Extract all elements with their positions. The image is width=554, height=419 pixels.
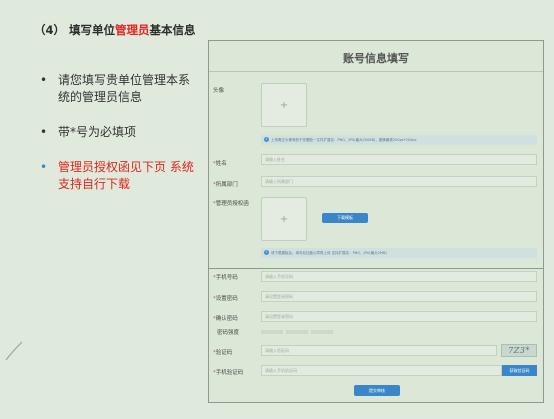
bullet-item: • 带*号为必填项 (40, 124, 195, 141)
phone-label: *手机号码 (213, 275, 238, 281)
decorative-swoosh-icon (5, 341, 23, 361)
info-icon: i (264, 250, 269, 255)
plus-icon: + (279, 213, 289, 225)
captcha-label: *验证码 (213, 350, 233, 356)
confirm-password-input[interactable]: 请设置登录密码 (261, 311, 537, 322)
auth-tip: i 请下载模板后，填写后加盖公章再上传 支持扩展名：PNG、JPG(最大2MB) (261, 248, 537, 258)
sms-label: *手机验证码 (213, 370, 244, 376)
confirm-password-label: *确认密码 (213, 316, 238, 322)
password-input[interactable]: 请设置登录密码 (261, 291, 537, 302)
auth-label: *管理员授权函 (213, 201, 249, 207)
download-template-button[interactable]: 下载模板 (322, 213, 368, 223)
auth-tip-text: 请下载模板后，填写后加盖公章再上传 支持扩展名：PNG、JPG(最大2MB) (271, 250, 387, 255)
account-form-panel: 账号信息填写 头像 + i 上传需正头像有胶于完腮脸一文件扩展名：PNG、JPG… (208, 40, 544, 403)
bullet-item: • 请您填写贵单位管理本系统的管理员信息 (40, 72, 195, 106)
plus-icon: + (279, 99, 289, 111)
captcha-input[interactable]: 请输入验证码 (261, 345, 497, 356)
title-highlight: 管理员 (115, 23, 150, 37)
divider (209, 71, 543, 72)
bullet-text: 请您填写贵单位管理本系统的管理员信息 (58, 73, 191, 104)
get-code-button[interactable]: 获取验证码 (502, 365, 537, 376)
avatar-tip: i 上传需正头像有胶于完腮脸一文件扩展名：PNG、JPG(最大200KB)，图情… (261, 135, 537, 145)
dept-input[interactable]: 请输入所属部门 (261, 176, 537, 187)
slide-title: （4） 填写单位管理员基本信息 (34, 22, 196, 38)
strength-bar-strong (311, 330, 333, 334)
name-input[interactable]: 请输入姓名 (261, 154, 537, 165)
dept-label: *所属部门 (213, 182, 238, 188)
sms-input[interactable]: 请输入手机验证码 (261, 365, 502, 376)
bullet-marker: • (40, 160, 48, 174)
section-divider (209, 268, 543, 269)
phone-input[interactable]: 请输入手机号码 (261, 271, 537, 282)
bullet-text: 带*号为必填项 (58, 125, 137, 139)
bullet-marker: • (40, 73, 48, 87)
strength-bar-weak (261, 330, 283, 334)
submit-button[interactable]: 提交审核 (354, 385, 400, 396)
info-icon: i (264, 137, 269, 142)
avatar-upload[interactable]: + (261, 83, 307, 127)
password-label: *设置密码 (213, 296, 238, 302)
form-title: 账号信息填写 (343, 52, 409, 65)
avatar-tip-text: 上传需正头像有胶于完腮脸一文件扩展名：PNG、JPG(最大200KB)，图情最紧… (271, 137, 417, 142)
strength-label: 密码强度 (217, 330, 240, 336)
title-prefix: （4） 填写单位 (34, 23, 116, 37)
bullet-marker: • (40, 125, 48, 139)
name-label: *姓名 (213, 161, 227, 167)
bullet-list: • 请您填写贵单位管理本系统的管理员信息 • 带*号为必填项 • 管理员授权函见… (40, 72, 195, 211)
avatar-label: 头像 (213, 88, 225, 94)
title-suffix: 基本信息 (149, 23, 196, 37)
bullet-text: 管理员授权函见下页 系统支持自行下载 (58, 160, 194, 191)
auth-upload[interactable]: + (261, 197, 307, 241)
strength-bar-medium (286, 330, 308, 334)
captcha-image[interactable]: 7Z3* (501, 344, 537, 357)
bullet-item: • 管理员授权函见下页 系统支持自行下载 (40, 159, 195, 193)
